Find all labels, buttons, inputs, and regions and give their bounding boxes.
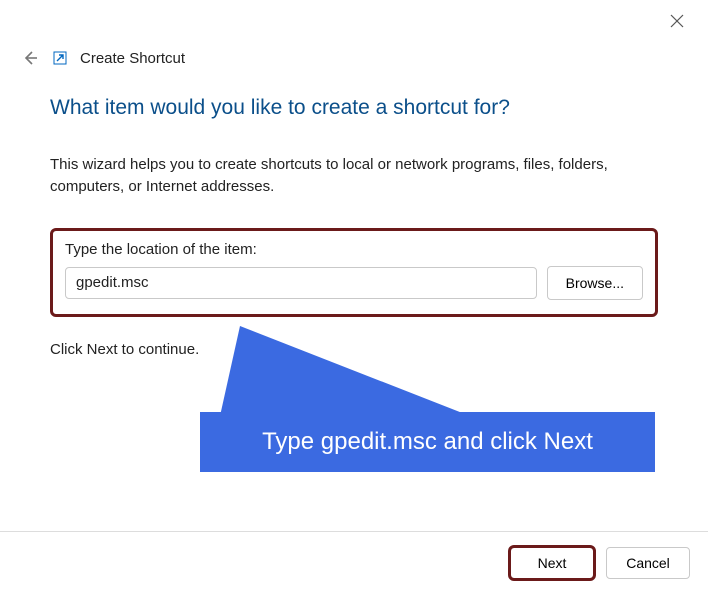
- back-button[interactable]: [20, 48, 40, 68]
- create-shortcut-wizard: Create Shortcut What item would you like…: [0, 0, 708, 593]
- next-button[interactable]: Next: [510, 547, 594, 579]
- wizard-title: Create Shortcut: [80, 50, 185, 67]
- location-label: Type the location of the item:: [65, 241, 643, 258]
- close-button[interactable]: [670, 14, 688, 32]
- location-input[interactable]: [65, 267, 537, 299]
- shortcut-icon: [52, 50, 68, 66]
- close-icon: [670, 14, 684, 28]
- wizard-description: This wizard helps you to create shortcut…: [50, 154, 658, 198]
- continue-hint: Click Next to continue.: [50, 341, 658, 358]
- callout-text: Type gpedit.msc and click Next: [200, 412, 655, 472]
- wizard-header: Create Shortcut: [0, 0, 708, 68]
- cancel-button[interactable]: Cancel: [606, 547, 690, 579]
- wizard-footer: Next Cancel: [0, 531, 708, 593]
- input-highlight-annotation: Type the location of the item: Browse...: [50, 228, 658, 317]
- arrow-left-icon: [21, 49, 39, 67]
- input-row: Browse...: [65, 266, 643, 300]
- browse-button[interactable]: Browse...: [547, 266, 643, 300]
- page-heading: What item would you like to create a sho…: [50, 96, 658, 120]
- wizard-content: What item would you like to create a sho…: [0, 68, 708, 358]
